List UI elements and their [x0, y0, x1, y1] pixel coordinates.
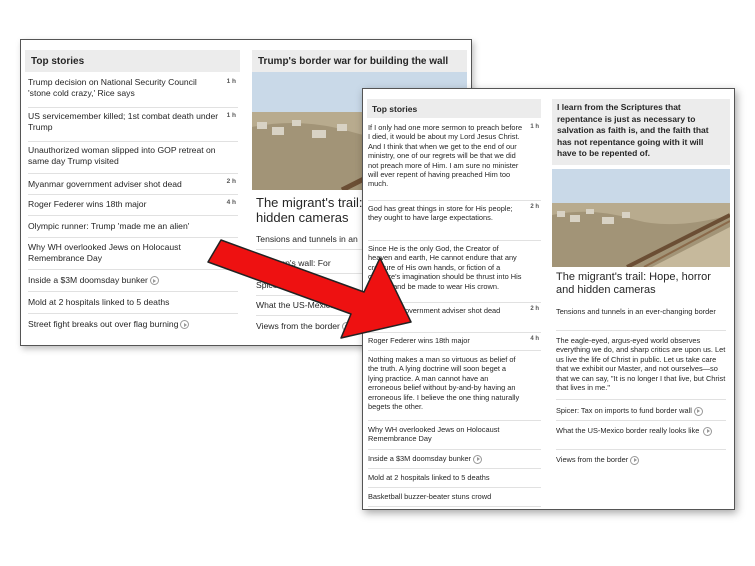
list-item[interactable]: Since He is the only God, the Creator of… [368, 241, 541, 303]
top-stories-heading: Top stories [25, 50, 240, 72]
list-item[interactable]: Inside a $3M doomsday bunker [28, 270, 238, 292]
list-item[interactable]: Roger Federer wins 18th major 4 h [368, 333, 541, 351]
list-item[interactable]: Mold at 2 hospitals linked to 5 deaths [368, 469, 541, 488]
list-item[interactable]: Basketball buzzer-beater stuns crowd [368, 488, 541, 507]
play-icon [180, 320, 190, 330]
list-item[interactable]: Why WH overlooked Jews on Holocaust Reme… [28, 238, 238, 270]
feature-headline[interactable]: The migrant's trail: Hope, horror and hi… [556, 271, 728, 297]
list-item[interactable]: Myanmar government adviser shot dead 2 h [368, 303, 541, 333]
side-link[interactable]: What the US-Mexico border really looks l… [556, 424, 726, 450]
play-icon [341, 322, 351, 332]
list-item[interactable]: Mold at 2 hospitals linked to 5 deaths [28, 292, 238, 314]
list-item[interactable]: Unauthorized woman slipped into GOP retr… [28, 142, 238, 174]
list-item[interactable]: Street fight breaks out over flag burnin… [28, 314, 238, 336]
play-icon [149, 276, 159, 286]
top-stories-heading: Top stories [367, 99, 541, 118]
list-item[interactable]: US servicemember killed; 1st combat deat… [28, 108, 238, 142]
list-item[interactable]: Olympic runner: Trump 'made me an alien' [28, 216, 238, 238]
play-icon [630, 455, 640, 465]
border-wall-photo[interactable] [552, 169, 730, 267]
section-heading: Trump's border war for building the wall [252, 50, 467, 72]
list-item[interactable]: Roger Federer wins 18th major 4 h [28, 195, 238, 216]
list-item[interactable]: God has great things in store for His pe… [368, 201, 541, 241]
quote-box: I learn from the Scriptures that repenta… [552, 99, 730, 165]
side-link[interactable]: Views from the border [556, 453, 726, 469]
list-item[interactable]: Myanmar government adviser shot dead 2 h [28, 174, 238, 195]
list-item[interactable]: Inside a $3M doomsday bunker [368, 450, 541, 469]
list-item[interactable]: Why WH overlooked Jews on Holocaust Reme… [368, 421, 541, 450]
modified-page-screenshot: Top stories If I only had one more sermo… [362, 88, 735, 510]
list-item[interactable]: If I only had one more sermon to preach … [368, 121, 541, 201]
side-link[interactable]: Spicer: Tax on imports to fund border wa… [556, 404, 726, 421]
play-icon [473, 454, 483, 464]
list-item[interactable]: Nothing makes a man so virtuous as belie… [368, 351, 541, 421]
side-link[interactable]: The eagle-eyed, argus-eyed world observe… [556, 334, 726, 400]
play-icon [703, 426, 713, 436]
side-link[interactable]: Tensions and tunnels in an ever-changing… [556, 305, 726, 331]
play-icon [693, 406, 703, 416]
list-item[interactable]: Trump decision on National Security Coun… [28, 74, 238, 108]
